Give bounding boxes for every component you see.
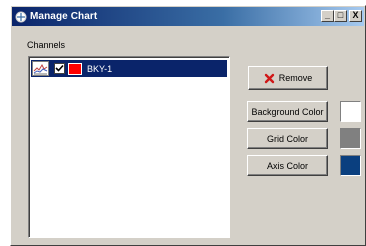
restore-button[interactable]: □ <box>334 10 347 22</box>
axis-color-button[interactable]: Axis Color <box>247 155 328 176</box>
grid-color-button[interactable]: Grid Color <box>247 128 328 149</box>
channels-listbox[interactable]: BKY-1 <box>28 56 230 238</box>
remove-button-label: Remove <box>278 73 313 83</box>
grid-color-label: Grid Color <box>266 133 308 144</box>
restore-icon: □ <box>337 10 344 20</box>
background-color-button[interactable]: Background Color <box>247 101 328 122</box>
channel-checkbox[interactable] <box>54 63 65 74</box>
background-color-label: Background Color <box>251 106 324 117</box>
channels-label: Channels <box>27 40 66 50</box>
title-bar[interactable]: Manage Chart _ □ X <box>12 7 364 26</box>
channel-label: BKY-1 <box>87 63 113 74</box>
minimize-icon: _ <box>324 10 330 20</box>
channel-color-swatch[interactable] <box>68 62 82 75</box>
background-color-swatch[interactable] <box>340 101 361 122</box>
close-button[interactable]: X <box>349 10 362 22</box>
app-icon <box>15 11 27 23</box>
axis-color-label: Axis Color <box>266 160 308 171</box>
close-icon: X <box>352 10 359 20</box>
remove-x-icon <box>264 73 275 84</box>
minimize-button[interactable]: _ <box>321 10 334 22</box>
remove-button[interactable]: Remove <box>248 66 328 90</box>
grid-color-swatch[interactable] <box>340 128 361 149</box>
manage-chart-window: Manage Chart _ □ X Channels BKY-1 Remove… <box>10 5 366 246</box>
line-chart-icon <box>32 61 49 76</box>
list-item[interactable]: BKY-1 <box>31 60 227 77</box>
checkmark-icon <box>55 64 64 72</box>
window-title: Manage Chart <box>30 11 98 22</box>
axis-color-swatch[interactable] <box>340 155 361 176</box>
